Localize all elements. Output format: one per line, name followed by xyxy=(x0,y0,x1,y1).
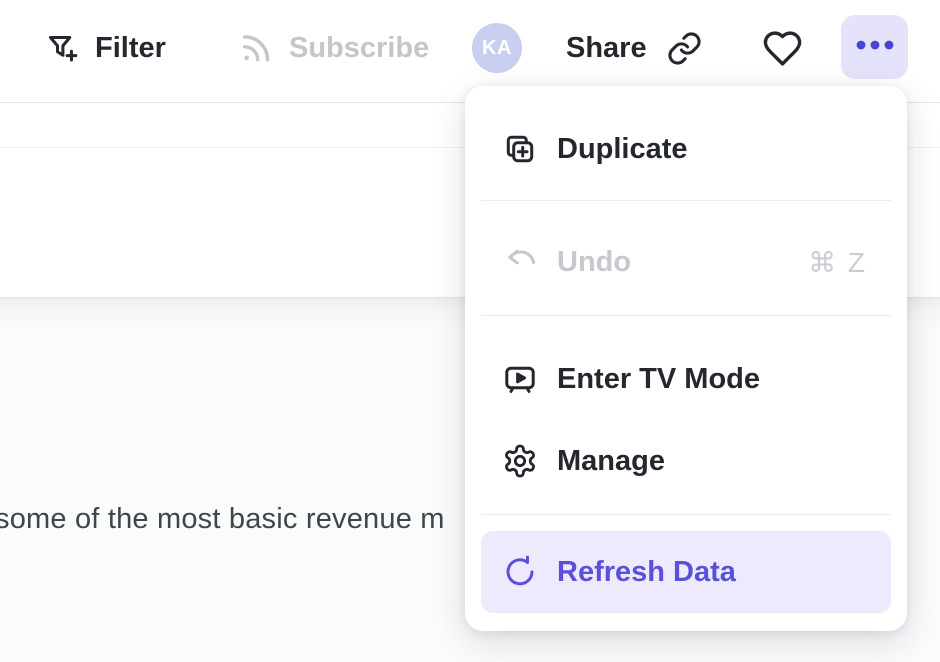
rss-icon xyxy=(238,30,274,66)
shortcut-badge: ⌘ Z xyxy=(808,246,867,279)
menu-divider xyxy=(481,514,891,515)
tv-play-icon xyxy=(502,361,538,397)
menu-item-label: Duplicate xyxy=(557,133,688,166)
menu-item-label: Refresh Data xyxy=(557,556,736,589)
funnel-plus-icon xyxy=(44,30,80,66)
filter-button[interactable]: Filter xyxy=(44,0,166,96)
menu-item-enter-tv-mode[interactable]: Enter TV Mode xyxy=(481,338,891,420)
avatar[interactable]: KA xyxy=(472,23,522,73)
refresh-icon xyxy=(502,554,538,590)
heart-icon xyxy=(762,28,803,69)
share-label: Share xyxy=(566,32,647,65)
copy-link-button[interactable] xyxy=(666,0,703,96)
menu-divider xyxy=(481,315,891,316)
menu-divider xyxy=(481,200,891,201)
subscribe-button[interactable]: Subscribe xyxy=(238,0,429,96)
duplicate-plus-icon xyxy=(502,131,538,167)
ellipsis-icon xyxy=(852,33,898,62)
more-options-button[interactable] xyxy=(841,15,908,79)
menu-item-duplicate[interactable]: Duplicate xyxy=(481,108,891,190)
menu-item-label: Enter TV Mode xyxy=(557,363,760,396)
avatar-initials: KA xyxy=(482,37,512,60)
dashboard-text-card: some of the most basic revenue m xyxy=(0,503,445,536)
menu-item-refresh-data[interactable]: Refresh Data xyxy=(481,531,891,613)
share-button[interactable]: Share xyxy=(566,0,647,96)
favorite-button[interactable] xyxy=(762,0,803,96)
menu-item-manage[interactable]: Manage xyxy=(481,420,891,502)
menu-item-undo[interactable]: Undo ⌘ Z xyxy=(481,221,891,303)
menu-item-label: Undo xyxy=(557,246,631,279)
undo-icon xyxy=(502,244,538,280)
filter-label: Filter xyxy=(95,32,166,65)
link-icon xyxy=(666,30,703,67)
menu-item-label: Manage xyxy=(557,445,665,478)
subscribe-label: Subscribe xyxy=(289,32,429,65)
more-options-menu: Duplicate Undo ⌘ Z Enter TV M xyxy=(465,86,907,631)
app-window: some of the most basic revenue m Filter … xyxy=(0,0,940,662)
gear-icon xyxy=(502,443,538,479)
